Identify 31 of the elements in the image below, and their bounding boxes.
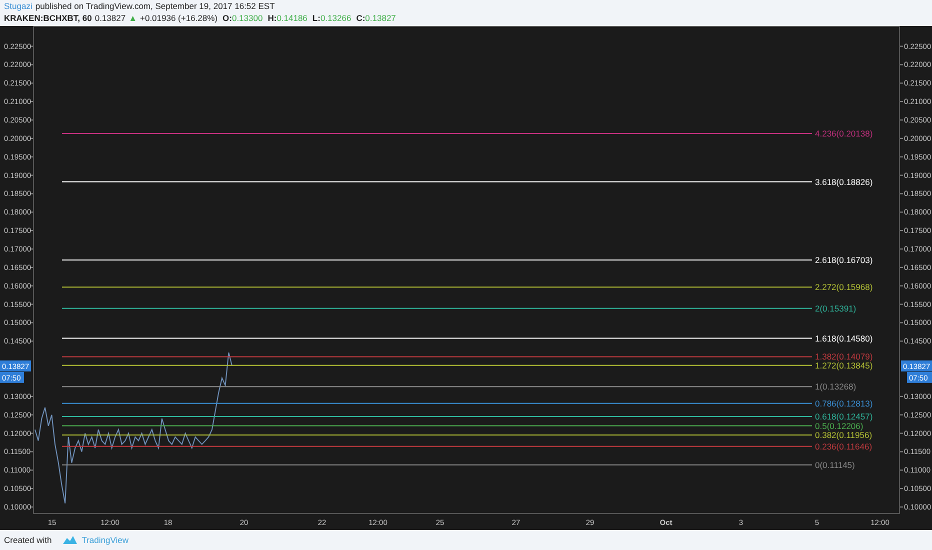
fib-label: 3.618(0.18826) xyxy=(815,176,873,187)
fib-label: 0.786(0.12813) xyxy=(815,398,873,408)
symbol-label: KRAKEN:BCHXBT, 60 xyxy=(4,13,92,23)
fib-label: 0.5(0.12206) xyxy=(815,420,864,431)
fib-label: 0.382(0.11956) xyxy=(815,430,872,440)
fib-label: 1.382(0.14079) xyxy=(815,352,873,362)
fib-label: 2.272(0.15968) xyxy=(815,282,873,292)
fib-label: 1(0.13268) xyxy=(815,382,856,392)
fib-label: 2(0.15391) xyxy=(815,303,856,314)
arrow-icon: ▲ xyxy=(128,13,137,23)
ohlc-label: H: xyxy=(268,13,277,23)
published-text: published on TradingView.com, September 19, 2017 16:52 EST xyxy=(35,1,275,11)
brand-link[interactable]: TradingView xyxy=(82,535,128,545)
last-price: 0.13827 xyxy=(94,13,126,23)
ohlc-value: 0.13300 xyxy=(232,13,263,23)
fib-label: 1.618(0.14580) xyxy=(815,333,873,344)
created-text: Created with xyxy=(4,535,52,545)
fib-label: 4.236(0.20138) xyxy=(815,128,873,138)
fib-label: 0.236(0.11646) xyxy=(815,441,872,452)
ohlc-label: C: xyxy=(356,13,366,23)
ohlc-value: 0.13827 xyxy=(365,13,396,23)
fib-label: 1.272(0.13845) xyxy=(815,360,873,370)
ohlc-label: O: xyxy=(222,13,232,23)
fib-label: 2.618(0.16703) xyxy=(815,255,873,265)
ohlc-label: L: xyxy=(312,13,320,23)
author-link[interactable]: Stugazi xyxy=(4,1,32,11)
fib-label: 0(0.11145) xyxy=(815,460,855,470)
ohlc-value: 0.14186 xyxy=(276,13,308,23)
ohlc-value: 0.13266 xyxy=(320,13,352,23)
change-text: +0.01936 (+16.28%) xyxy=(140,13,218,23)
fib-label: 0.618(0.12457) xyxy=(815,412,873,422)
